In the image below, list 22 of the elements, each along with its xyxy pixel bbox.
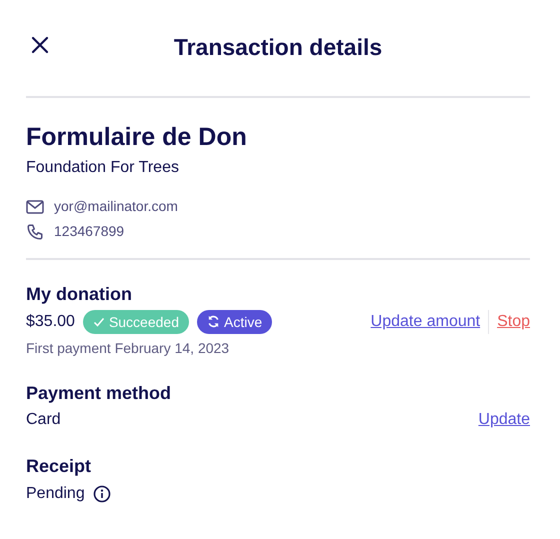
status-badge: Active (197, 310, 272, 334)
page-title: Transaction details (174, 34, 382, 62)
donation-amount: $35.00 (26, 312, 75, 332)
phone-number: 123467899 (54, 222, 124, 241)
receipt-status: Pending (26, 484, 85, 504)
section-heading: My donation (26, 284, 133, 306)
status-badge: Succeeded (82, 310, 189, 334)
update-amount-link[interactable]: Update amount (370, 310, 480, 334)
form-title: Formulaire de Don (26, 122, 248, 152)
info-icon[interactable] (92, 484, 111, 503)
phone-icon (26, 222, 44, 240)
update-payment-link[interactable]: Update (478, 408, 530, 432)
first-payment-date: First payment February 14, 2023 (26, 338, 230, 358)
organization-name: Foundation For Trees (26, 158, 180, 178)
email-icon (26, 200, 44, 214)
check-icon (92, 316, 105, 328)
refresh-icon (207, 315, 220, 328)
section-heading: Receipt (26, 456, 92, 478)
email-address: yor@mailinator.com (54, 197, 178, 216)
stop-link[interactable]: Stop (497, 310, 530, 334)
section-heading: Payment method (26, 382, 172, 404)
payment-method-value: Card (26, 410, 61, 430)
